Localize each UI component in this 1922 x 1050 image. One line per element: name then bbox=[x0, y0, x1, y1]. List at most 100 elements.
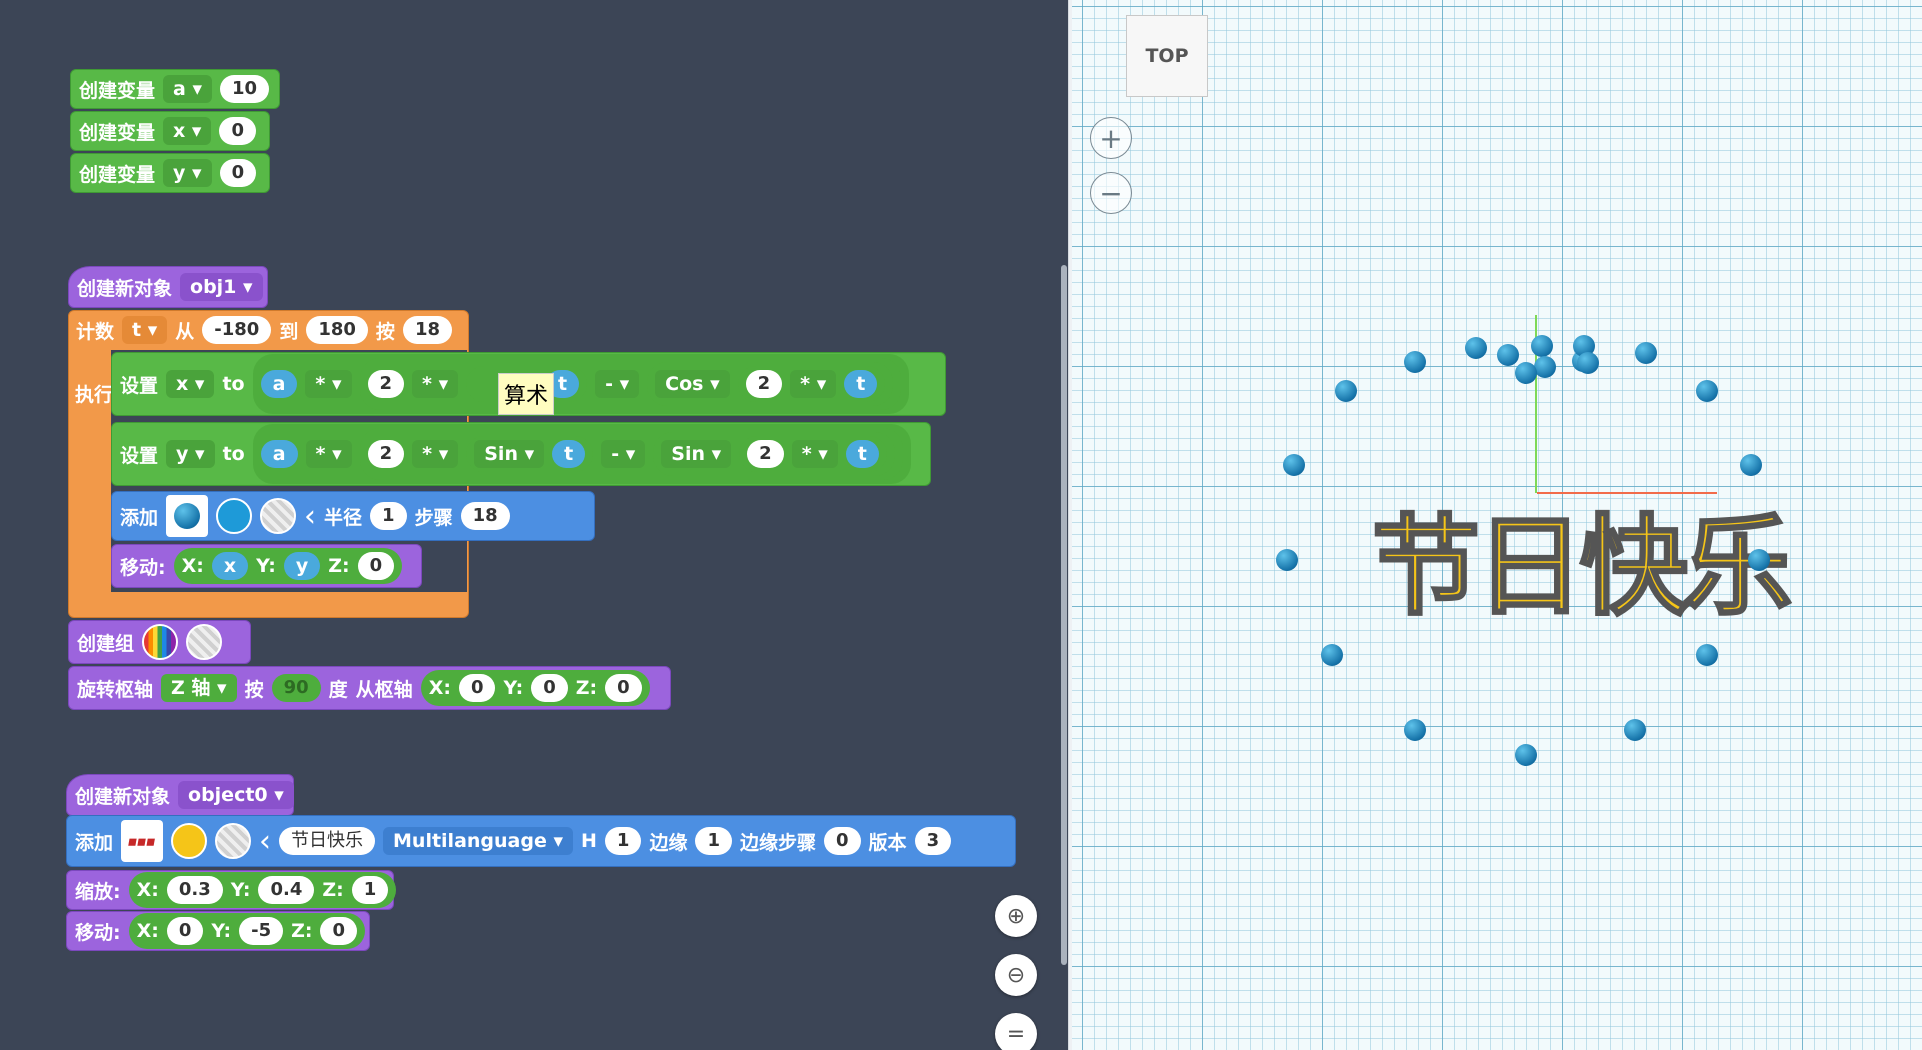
sphere-dot[interactable] bbox=[1465, 337, 1487, 359]
x-input[interactable]: 0 bbox=[166, 917, 204, 945]
move-block[interactable]: 移动: X: 0 Y: -5 Z: 0 bbox=[66, 911, 370, 951]
operator-dropdown[interactable]: - ▾ bbox=[595, 370, 640, 398]
variable-reporter[interactable]: x bbox=[211, 552, 249, 580]
sphere-dot[interactable] bbox=[1404, 351, 1426, 373]
set-y-block[interactable]: 设置 y ▾ to a * ▾ 2 * ▾ Sin ▾ t - ▾ Sin ▾ … bbox=[111, 422, 931, 486]
zoom-out-icon[interactable]: − bbox=[1090, 172, 1132, 214]
operator-dropdown[interactable]: * ▾ bbox=[791, 440, 838, 468]
sphere-dot[interactable] bbox=[1335, 380, 1357, 402]
3d-text-object[interactable]: 节日快乐 bbox=[1370, 480, 1793, 636]
create-variable-block[interactable]: 创建变量 x ▾ 0 bbox=[70, 111, 270, 151]
steps-input[interactable]: 18 bbox=[460, 502, 510, 530]
add-text-block[interactable]: 添加 ◼◼◼ ‹ 节日快乐 Multilanguage ▾ H 1 边缘 1 边… bbox=[66, 815, 1016, 867]
operator-dropdown[interactable]: * ▾ bbox=[412, 440, 459, 468]
step-input[interactable]: 18 bbox=[402, 316, 452, 344]
variable-reporter[interactable]: a bbox=[260, 370, 298, 398]
z-input[interactable]: 0 bbox=[605, 674, 642, 702]
trig-expression[interactable]: Sin ▾ 2 * ▾ t bbox=[653, 432, 895, 476]
xyz-vector[interactable]: X: x Y: y Z: 0 bbox=[173, 548, 403, 584]
create-variable-block[interactable]: 创建变量 y ▾ 0 bbox=[70, 153, 270, 193]
workspace-scrollbar[interactable] bbox=[1061, 265, 1067, 965]
block-workspace[interactable]: 创建变量 a ▾ 10 创建变量 x ▾ 0 创建变量 y ▾ 0 创建新对象 … bbox=[0, 0, 1072, 1050]
rainbow-color-swatch[interactable] bbox=[142, 624, 179, 660]
zoom-in-icon[interactable]: ⊕ bbox=[995, 895, 1037, 937]
radius-input[interactable]: 1 bbox=[370, 502, 407, 530]
arithmetic-expression[interactable]: a * ▾ 2 * ▾ t - ▾ Cos ▾ 2 * ▾ t bbox=[252, 354, 910, 414]
sphere-dot[interactable] bbox=[1635, 342, 1657, 364]
create-object-block[interactable]: 创建新对象 obj1 ▾ bbox=[68, 266, 268, 308]
font-dropdown[interactable]: Multilanguage ▾ bbox=[383, 827, 574, 855]
xyz-vector[interactable]: X: 0 Y: -5 Z: 0 bbox=[128, 913, 366, 949]
object-dropdown[interactable]: object0 ▾ bbox=[178, 781, 294, 809]
axis-dropdown[interactable]: Z 轴 ▾ bbox=[161, 674, 237, 702]
view-cube[interactable]: TOP bbox=[1126, 15, 1208, 97]
variable-dropdown[interactable]: x ▾ bbox=[163, 117, 212, 145]
chevron-left-icon[interactable]: ‹ bbox=[304, 499, 316, 534]
variable-reporter[interactable]: a bbox=[260, 440, 298, 468]
sphere-shape-icon[interactable] bbox=[166, 495, 209, 537]
variable-reporter[interactable]: t bbox=[844, 370, 878, 398]
variable-reporter[interactable]: t bbox=[845, 440, 879, 468]
rotate-pivot-block[interactable]: 旋转枢轴 Z 轴 ▾ 按 90 度 从枢轴 X: 0 Y: 0 Z: 0 bbox=[68, 666, 671, 710]
operator-dropdown[interactable]: * ▾ bbox=[790, 370, 837, 398]
z-input[interactable]: 0 bbox=[320, 917, 358, 945]
sphere-dot[interactable] bbox=[1624, 719, 1646, 741]
trig-expression[interactable]: Sin ▾ t bbox=[466, 436, 594, 472]
version-input[interactable]: 3 bbox=[914, 827, 952, 855]
value-input[interactable]: 0 bbox=[219, 159, 257, 187]
number-input[interactable]: 2 bbox=[747, 440, 784, 468]
z-input[interactable]: 1 bbox=[351, 876, 389, 904]
create-group-block[interactable]: 创建组 bbox=[68, 620, 251, 664]
sphere-dot[interactable] bbox=[1740, 454, 1762, 476]
scale-block[interactable]: 缩放: X: 0.3 Y: 0.4 Z: 1 bbox=[66, 870, 397, 910]
object-dropdown[interactable]: obj1 ▾ bbox=[180, 273, 263, 301]
move-block[interactable]: 移动: X: x Y: y Z: 0 bbox=[111, 544, 422, 588]
xyz-vector[interactable]: X: 0.3 Y: 0.4 Z: 1 bbox=[128, 872, 397, 908]
variable-dropdown[interactable]: y ▾ bbox=[163, 159, 212, 187]
to-input[interactable]: 180 bbox=[306, 316, 368, 344]
text-shape-icon[interactable]: ◼◼◼ bbox=[121, 820, 164, 862]
trig-expression[interactable]: Cos ▾ 2 * ▾ t bbox=[647, 362, 894, 406]
value-input[interactable]: 0 bbox=[219, 117, 256, 145]
degrees-input[interactable]: 90 bbox=[271, 674, 321, 702]
height-input[interactable]: 1 bbox=[604, 827, 642, 855]
operator-dropdown[interactable]: * ▾ bbox=[305, 370, 352, 398]
texture-swatch[interactable] bbox=[215, 823, 252, 859]
variable-dropdown[interactable]: y ▾ bbox=[166, 440, 215, 468]
z-input[interactable]: 0 bbox=[357, 552, 395, 580]
sphere-dot[interactable] bbox=[1696, 644, 1718, 666]
from-input[interactable]: -180 bbox=[202, 316, 272, 344]
number-input[interactable]: 2 bbox=[367, 440, 405, 468]
chevron-left-icon[interactable]: ‹ bbox=[259, 824, 271, 859]
y-input[interactable]: 0 bbox=[531, 674, 568, 702]
add-sphere-block[interactable]: 添加 ‹ 半径 1 步骤 18 bbox=[111, 491, 595, 541]
text-input[interactable]: 节日快乐 bbox=[279, 827, 376, 855]
color-swatch[interactable] bbox=[216, 498, 253, 534]
edge-step-input[interactable]: 0 bbox=[824, 827, 861, 855]
color-swatch[interactable] bbox=[171, 823, 208, 859]
y-input[interactable]: 0.4 bbox=[258, 876, 315, 904]
y-input[interactable]: -5 bbox=[239, 917, 284, 945]
xyz-vector[interactable]: X: 0 Y: 0 Z: 0 bbox=[420, 670, 650, 706]
variable-dropdown[interactable]: x ▾ bbox=[166, 370, 215, 398]
sphere-dot[interactable] bbox=[1515, 744, 1537, 766]
variable-dropdown[interactable]: a ▾ bbox=[163, 75, 212, 103]
operator-dropdown[interactable]: - ▾ bbox=[601, 440, 646, 468]
zoom-out-icon[interactable]: ⊖ bbox=[995, 954, 1037, 996]
value-input[interactable]: 10 bbox=[220, 75, 270, 103]
x-input[interactable]: 0 bbox=[458, 674, 496, 702]
sphere-dot[interactable] bbox=[1321, 644, 1343, 666]
sphere-dot[interactable] bbox=[1404, 719, 1426, 741]
number-input[interactable]: 2 bbox=[745, 370, 783, 398]
sphere-dot[interactable] bbox=[1283, 454, 1305, 476]
texture-swatch[interactable] bbox=[260, 498, 297, 534]
x-input[interactable]: 0.3 bbox=[166, 876, 223, 904]
loop-variable-dropdown[interactable]: t ▾ bbox=[122, 316, 168, 344]
sphere-dot[interactable] bbox=[1276, 549, 1298, 571]
sphere-dot[interactable] bbox=[1515, 362, 1537, 384]
variable-reporter[interactable]: t bbox=[552, 440, 586, 468]
variable-reporter[interactable]: y bbox=[283, 552, 321, 580]
create-object-block[interactable]: 创建新对象 object0 ▾ bbox=[66, 774, 294, 816]
arithmetic-expression[interactable]: 2 * ▾ t - ▾ Cos ▾ 2 * ▾ t bbox=[359, 358, 902, 410]
function-dropdown[interactable]: Cos ▾ bbox=[655, 370, 730, 398]
